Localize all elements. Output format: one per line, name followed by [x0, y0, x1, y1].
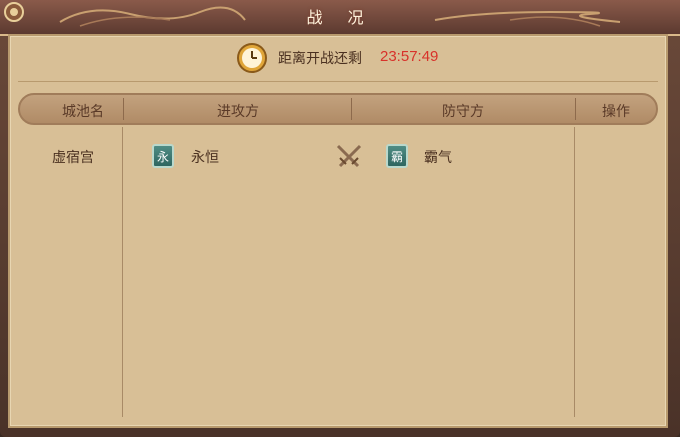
defender-guild-name[interactable]: 霸气: [424, 147, 452, 167]
defender-guild-badge-icon: 霸: [386, 144, 408, 168]
city-name: 虚宿宫: [52, 150, 94, 166]
header-attacker: 进攻方: [217, 104, 259, 120]
attacker-guild-name[interactable]: 永恒: [191, 147, 219, 167]
countdown-value: 23:57:49: [380, 48, 439, 65]
crossed-swords-icon: [336, 144, 362, 168]
battle-status-window: 战 况 距离开战还剩 23:57:49 城池名 进攻方 防守方 操作 虚宿宫 永…: [0, 0, 680, 437]
attacker-guild-badge-icon: 永: [152, 144, 174, 168]
header-defender: 防守方: [442, 104, 484, 120]
content-panel: 距离开战还剩 23:57:49 城池名 进攻方 防守方 操作 虚宿宫 永 永恒: [8, 34, 668, 428]
countdown-label: 距离开战还剩: [278, 51, 362, 67]
header-city: 城池名: [62, 104, 104, 120]
column-divider: [122, 127, 123, 417]
window-title: 战 况: [306, 8, 374, 27]
divider: [18, 81, 658, 82]
column-divider: [574, 127, 575, 417]
table-header: 城池名 进攻方 防守方 操作: [18, 93, 658, 125]
countdown-row: 距离开战还剩 23:57:49: [10, 38, 666, 78]
title-bar: 战 况: [0, 0, 680, 36]
clock-icon: [237, 43, 267, 73]
header-action: 操作: [602, 104, 630, 120]
